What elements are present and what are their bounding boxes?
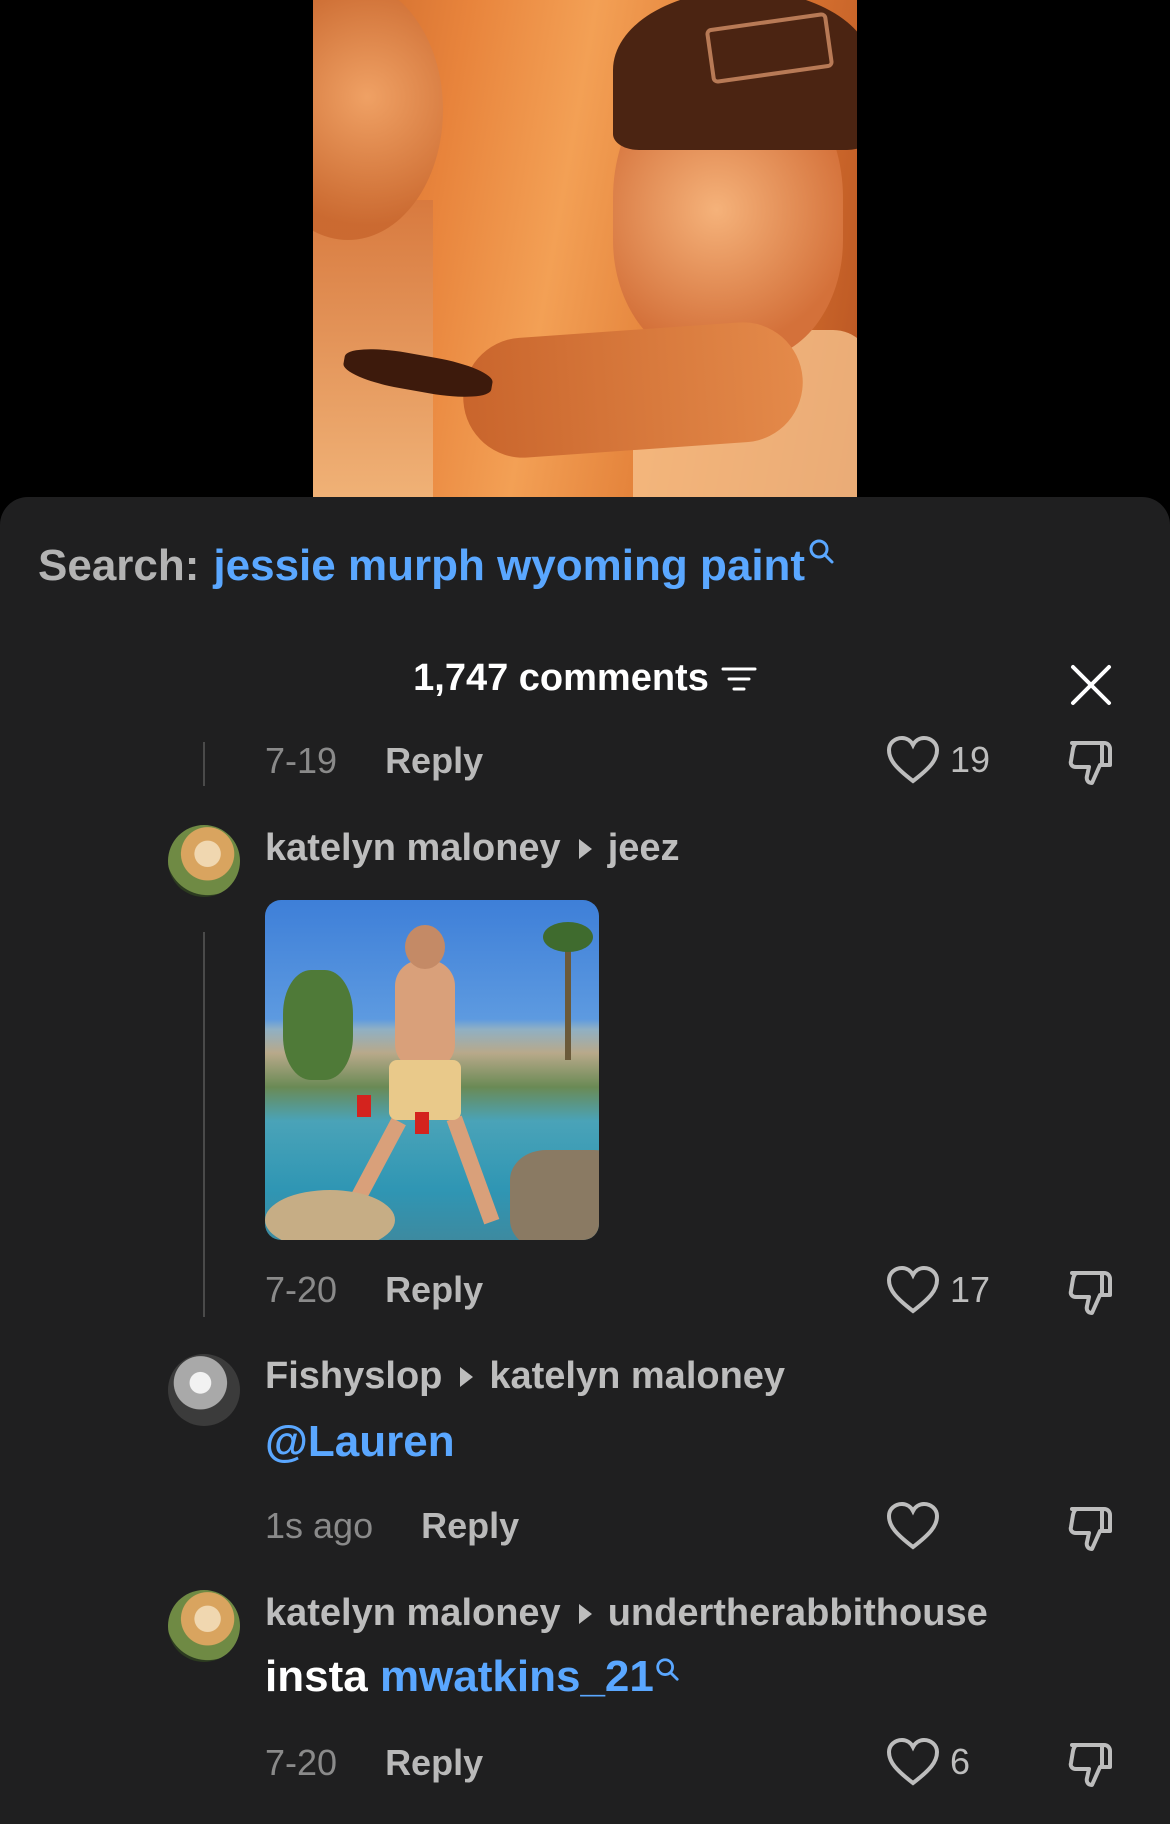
dislike-icon[interactable] [1064, 1265, 1120, 1321]
reply-button[interactable]: Reply [385, 1269, 483, 1311]
comment-author-line: katelyn maloney undertherabbithouse [265, 1592, 988, 1635]
dislike-icon[interactable] [1064, 1501, 1120, 1557]
search-label: Search: [38, 541, 200, 590]
filter-icon[interactable] [721, 665, 757, 693]
comment-text: @Lauren [265, 1417, 455, 1467]
comment-author-line: Fishyslop katelyn maloney [265, 1355, 785, 1398]
like-count: 17 [950, 1269, 991, 1310]
reply-to-user[interactable]: undertherabbithouse [608, 1592, 988, 1635]
mention-link[interactable]: @Lauren [265, 1417, 455, 1466]
heart-icon [886, 1737, 940, 1786]
heart-icon [886, 735, 940, 784]
comments-count-header: 1,747 comments [0, 657, 1170, 700]
avatar[interactable] [168, 1354, 240, 1426]
reply-button[interactable]: Reply [385, 1742, 483, 1784]
comment-text: insta mwatkins_21 [265, 1652, 680, 1702]
comment-image[interactable] [265, 900, 599, 1240]
comment-author[interactable]: Fishyslop [265, 1355, 442, 1398]
like-button[interactable]: 6 [886, 1737, 970, 1787]
reply-button[interactable]: Reply [385, 740, 483, 782]
avatar[interactable] [168, 1590, 240, 1662]
comment-meta: 1s ago Reply [265, 1505, 519, 1547]
reply-to-user[interactable]: katelyn maloney [489, 1355, 785, 1398]
heart-icon [886, 1265, 940, 1314]
search-query[interactable]: jessie murph wyoming paint [213, 541, 805, 591]
video-frame[interactable] [313, 0, 857, 497]
reply-arrow-icon [460, 1366, 474, 1387]
thread-line [203, 742, 205, 786]
search-icon [809, 539, 834, 564]
reply-button[interactable]: Reply [421, 1505, 519, 1547]
comment-author[interactable]: katelyn maloney [265, 1592, 561, 1635]
like-count: 19 [950, 739, 991, 780]
avatar[interactable] [168, 825, 240, 897]
comment-date: 7-20 [265, 1742, 338, 1783]
comment-meta: 7-20 Reply [265, 1742, 483, 1784]
comment-date: 7-19 [265, 740, 338, 781]
close-icon[interactable] [1068, 662, 1114, 708]
comments-sheet: Search: jessie murph wyoming paint 1,747… [0, 497, 1170, 1824]
heart-icon [886, 1501, 940, 1550]
like-button[interactable]: 19 [886, 735, 990, 785]
reply-arrow-icon [578, 1603, 592, 1624]
reply-to-user[interactable]: jeez [608, 827, 680, 870]
comment-author[interactable]: katelyn maloney [265, 827, 561, 870]
dislike-icon[interactable] [1064, 1737, 1120, 1793]
search-link[interactable]: mwatkins_21 [380, 1652, 654, 1701]
comment-author-line: katelyn maloney jeez [265, 827, 680, 870]
dislike-icon[interactable] [1064, 735, 1120, 791]
thread-line [203, 932, 205, 1317]
comment-body: insta [265, 1652, 368, 1701]
comment-meta: 7-20 Reply [265, 1269, 483, 1311]
comment-date: 7-20 [265, 1269, 338, 1310]
comment-meta: 7-19 Reply [265, 740, 483, 782]
search-icon [656, 1658, 679, 1681]
like-button[interactable] [886, 1501, 950, 1551]
search-suggestion[interactable]: Search: jessie murph wyoming paint [38, 539, 835, 591]
comments-count: 1,747 comments [413, 657, 709, 699]
like-count: 6 [950, 1741, 971, 1782]
reply-arrow-icon [578, 838, 592, 859]
comment-date: 1s ago [265, 1505, 374, 1546]
like-button[interactable]: 17 [886, 1265, 990, 1315]
